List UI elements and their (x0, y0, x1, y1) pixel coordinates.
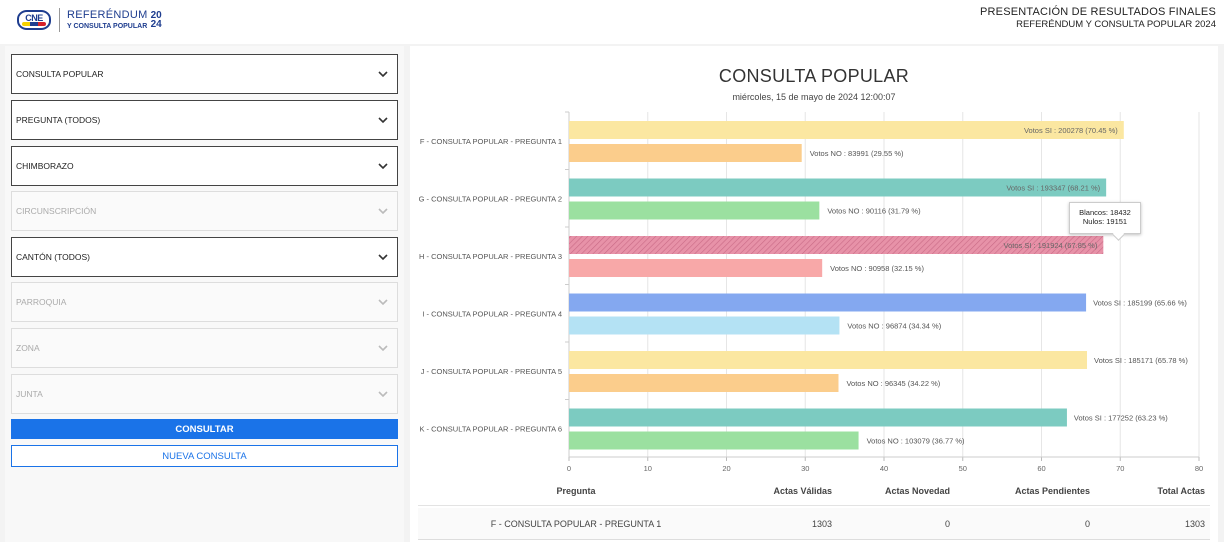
table-cell: 0 (944, 518, 950, 529)
filter-label: PARROQUIA (16, 297, 67, 307)
category-label: J - CONSULTA POPULAR - PREGUNTA 5 (421, 367, 562, 376)
consultar-button[interactable]: CONSULTAR (11, 419, 398, 439)
x-tick-label: 70 (1116, 464, 1124, 473)
bar-votos-si (569, 351, 1088, 369)
tooltip-blancos: Blancos: 18432 (1079, 208, 1131, 217)
x-tick-label: 50 (959, 464, 967, 473)
chevron-down-icon (378, 345, 388, 352)
header-titles: PRESENTACIÓN DE RESULTADOS FINALES REFER… (980, 6, 1216, 30)
filter-label: CHIMBORAZO (16, 161, 74, 171)
tooltip-nulos: Nulos: 19151 (1082, 217, 1128, 226)
bar-data-label: Votos SI : 191924 (67.85 %) (1004, 241, 1098, 250)
chevron-down-icon (378, 117, 388, 124)
column-header: Pregunta (556, 485, 596, 496)
filter-zona: ZONA (11, 328, 398, 368)
x-tick-label: 60 (1037, 464, 1045, 473)
chevron-down-icon (378, 208, 388, 215)
filter-label: ZONA (16, 343, 40, 353)
chart-tooltip: Blancos: 18432 Nulos: 19151 (1069, 202, 1141, 234)
table-cell: F - CONSULTA POPULAR - PREGUNTA 1 (490, 518, 662, 529)
category-label: K - CONSULTA POPULAR - PREGUNTA 6 (419, 424, 562, 433)
bar-votos-no (569, 144, 802, 162)
filter-junta: JUNTA (11, 374, 398, 414)
nueva-consulta-button[interactable]: NUEVA CONSULTA (11, 445, 398, 467)
bar-chart: 0 10 20 30 40 50 60 70 80 F - CONSULTA POPULAR - … (419, 111, 1203, 473)
filter-label: CIRCUNSCRIPCIÓN (16, 206, 97, 216)
column-header: Total Actas (1157, 485, 1205, 496)
bar-data-label: Votos SI : 177252 (63.23 %) (1074, 414, 1168, 423)
category-label: G - CONSULTA POPULAR - PREGUNTA 2 (419, 194, 562, 203)
chevron-down-icon (378, 71, 388, 78)
bar-data-label: Votos SI : 185199 (65.66 %) (1093, 299, 1187, 308)
bar-votos-no (569, 316, 840, 335)
category-label: H - CONSULTA POPULAR - PREGUNTA 3 (419, 252, 562, 261)
x-tick-label: 40 (880, 464, 888, 473)
x-tick-label: 20 (722, 464, 730, 473)
table-row: F - CONSULTA POPULAR - PREGUNTA 1 1303 0… (418, 508, 1210, 540)
bar-data-label: Votos NO : 90116 (31.79 %) (827, 207, 921, 216)
bar-votos-si (569, 293, 1087, 312)
filter-canton[interactable]: CANTÓN (TODOS) (11, 237, 398, 277)
logo-text: CNE (25, 13, 43, 23)
results-table: Pregunta Actas Válidas Actas Novedad Act… (418, 476, 1210, 540)
header-subtitle: REFERÉNDUM Y CONSULTA POPULAR 2024 (1016, 19, 1216, 30)
chevron-down-icon (378, 163, 388, 170)
filter-circunscripcion: CIRCUNSCRIPCIÓN (11, 191, 398, 231)
bar-votos-no (569, 431, 859, 450)
top-header: CNE REFERÉNDUM Y CONSULTA POPULAR 2024 P… (0, 0, 1224, 44)
column-header: Actas Novedad (884, 485, 950, 496)
bar-data-label: Votos NO : 90958 (32.15 %) (830, 264, 924, 273)
category-label: F - CONSULTA POPULAR - PREGUNTA 1 (420, 137, 562, 146)
brand-text: REFERÉNDUM Y CONSULTA POPULAR (67, 9, 148, 31)
bar-data-label: Votos SI : 200278 (70.45 %) (1024, 126, 1118, 135)
category-label: I - CONSULTA POPULAR - PREGUNTA 4 (422, 309, 562, 318)
filter-label: PREGUNTA (TODOS) (16, 115, 101, 125)
bar-votos-si (569, 408, 1067, 427)
filter-label: JUNTA (16, 389, 43, 399)
app-root: CNE REFERÉNDUM Y CONSULTA POPULAR 2024 P… (0, 0, 1224, 542)
table-cell: 1303 (811, 518, 832, 529)
table-cell: 0 (1084, 518, 1090, 529)
filter-parroquia: PARROQUIA (11, 282, 398, 322)
table-cell: 1303 (1184, 518, 1205, 529)
brand-line2: Y CONSULTA POPULAR (67, 23, 148, 30)
chevron-down-icon (378, 391, 388, 398)
x-tick-label: 10 (644, 464, 652, 473)
table-header: Pregunta Actas Válidas Actas Novedad Act… (418, 476, 1210, 506)
filter-label: CONSULTA POPULAR (16, 69, 104, 79)
filter-provincia[interactable]: CHIMBORAZO (11, 146, 398, 186)
header-title: PRESENTACIÓN DE RESULTADOS FINALES (979, 6, 1216, 18)
chevron-down-icon (378, 299, 388, 306)
bar-data-label: Votos SI : 185171 (65.78 %) (1094, 356, 1188, 365)
bar-data-label: Votos SI : 193347 (68.21 %) (1006, 184, 1100, 193)
cne-logo-icon: CNE (17, 10, 51, 30)
column-header: Actas Pendientes (1014, 485, 1090, 496)
x-tick-label: 80 (1195, 464, 1203, 473)
filter-consulta[interactable]: CONSULTA POPULAR (11, 54, 398, 94)
chevron-down-icon (378, 254, 388, 261)
x-tick-label: 0 (567, 464, 571, 473)
bar-votos-no (569, 201, 820, 220)
logo-divider (59, 8, 60, 32)
brand-line1: REFERÉNDUM (67, 9, 148, 21)
filter-pregunta[interactable]: PREGUNTA (TODOS) (11, 100, 398, 140)
bar-data-label: Votos NO : 96345 (34.22 %) (846, 379, 940, 388)
column-header: Actas Válidas (773, 485, 832, 496)
bar-votos-no (569, 374, 839, 392)
bar-data-label: Votos NO : 103079 (36.77 %) (867, 437, 965, 446)
bar-data-label: Votos NO : 96874 (34.34 %) (847, 322, 941, 331)
bar-data-label: Votos NO : 83991 (29.55 %) (810, 149, 904, 158)
filter-panel: CONSULTA POPULAR PREGUNTA (TODOS) CHIMBO… (5, 46, 404, 542)
bar-votos-no (569, 259, 823, 277)
logo[interactable]: CNE REFERÉNDUM Y CONSULTA POPULAR 2024 (17, 8, 165, 32)
brand-year: 2024 (150, 10, 162, 30)
x-tick-label: 30 (801, 464, 809, 473)
chart-panel: CONSULTA POPULAR miércoles, 15 de mayo d… (410, 46, 1218, 542)
filter-label: CANTÓN (TODOS) (16, 252, 90, 262)
